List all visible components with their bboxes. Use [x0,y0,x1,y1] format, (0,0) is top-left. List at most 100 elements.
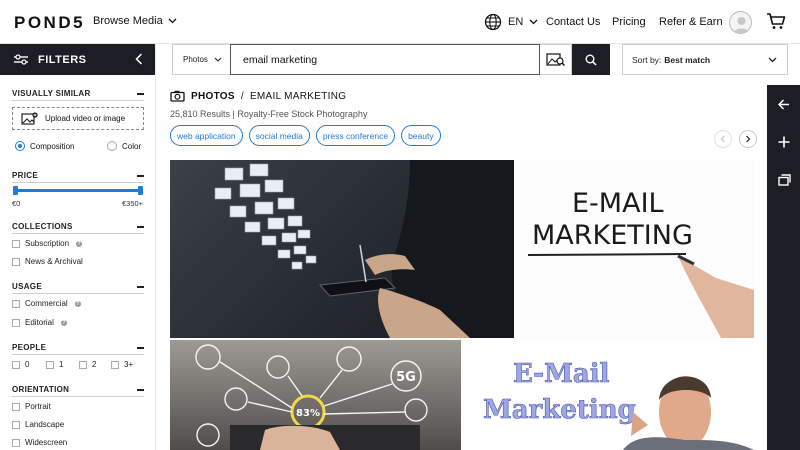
radio-dot [15,141,25,151]
collapse-minus-icon[interactable] [137,175,144,177]
people-title: PEOPLE [12,343,47,352]
related-chip[interactable]: beauty [401,125,441,146]
related-chip[interactable]: web application [170,125,243,146]
related-chip[interactable]: press conference [315,125,396,146]
plus-icon [778,136,790,148]
cart-icon [767,13,786,29]
chevron-left-icon[interactable] [135,53,143,65]
image-text: E-MAIL [572,188,664,219]
checkbox-people-0[interactable]: 0 [12,360,29,369]
filters-title: FILTERS [38,53,87,66]
price-title: PRICE [12,171,38,180]
chips-prev-button[interactable] [714,130,732,148]
radio-composition[interactable]: Composition [15,141,74,151]
checkbox-editorial[interactable]: Editorial ? [12,318,67,327]
section-divider [12,293,144,294]
collapse-minus-icon[interactable] [137,93,144,95]
visual-search-button[interactable] [540,44,572,75]
media-type-select[interactable]: Photos [172,44,230,75]
checkbox-people-3plus[interactable]: 3+ [111,360,133,369]
radio-color[interactable]: Color [107,141,141,151]
checkbox-widescreen[interactable]: Widescreen [12,438,67,447]
checkbox-box [12,438,20,447]
related-chip[interactable]: social media [248,125,310,146]
search-input[interactable] [230,44,540,75]
checkbox-landscape[interactable]: Landscape [12,420,64,429]
checkbox-label: News & Archival [25,257,83,266]
checkbox-box [12,420,20,429]
price-max-handle[interactable] [138,186,143,195]
checkbox-label: Editorial [25,318,54,327]
breadcrumb-type[interactable]: PHOTOS [191,91,235,102]
man-email-marketing-photo: E-Mail Marketing [483,359,754,450]
email-marketing-handwriting-photo: E-MAIL MARKETING [527,188,754,338]
account-avatar[interactable] [729,11,752,34]
image-text: 5G [396,370,416,385]
sort-prefix: Sort by: [632,54,662,65]
chevron-left-icon [720,135,725,143]
chips-next-button[interactable] [739,130,757,148]
image-search-icon [546,52,565,66]
collapse-minus-icon[interactable] [137,286,144,288]
pricing-link[interactable]: Pricing [612,16,646,28]
checkbox-label: 1 [59,360,64,369]
checkbox-box [12,299,20,308]
help-icon[interactable]: ? [60,319,67,326]
collapse-minus-icon[interactable] [137,226,144,228]
logo[interactable]: POND5 [14,13,85,33]
checkbox-label: Subscription [25,239,70,248]
checkbox-box [12,402,20,411]
checkbox-label: 2 [92,360,97,369]
result-image[interactable]: E-MAIL MARKETING [516,160,754,338]
checkbox-people-2[interactable]: 2 [79,360,96,369]
result-image[interactable]: E-Mail Marketing [463,340,754,450]
language-label: EN [508,16,524,28]
checkbox-label: 3+ [124,360,134,369]
checkbox-label: Landscape [25,420,65,429]
result-image[interactable] [170,160,514,338]
checkbox-people-1[interactable]: 1 [46,360,63,369]
sort-select[interactable]: Sort by: Best match [622,44,788,75]
laptop-icons-photo: 83% 5G [195,344,428,450]
email-tablet-photo [214,160,514,338]
browse-media-label: Browse Media [93,15,163,27]
filters-header[interactable]: FILTERS [0,44,155,75]
checkbox-news-archival[interactable]: News & Archival [12,257,83,266]
price-slider-track[interactable] [15,189,141,192]
breadcrumb-separator: / [240,90,244,102]
collapse-minus-icon[interactable] [137,389,144,391]
section-divider [12,182,144,183]
language-selector[interactable]: EN [484,13,538,31]
checkbox-commercial[interactable]: Commercial ? [12,299,81,308]
cart-button[interactable] [766,12,786,35]
browse-media-menu[interactable]: Browse Media [93,15,177,27]
rail-add-button[interactable] [775,133,793,151]
breadcrumb: PHOTOS / EMAIL MARKETING [170,90,346,102]
image-text: MARKETING [532,220,693,251]
collection-icon [777,174,791,186]
price-min-handle[interactable] [13,186,18,195]
related-chips: web application social media press confe… [170,125,441,146]
rail-collection-button[interactable] [775,171,793,189]
help-icon[interactable]: ? [76,240,83,247]
camera-icon [170,90,185,102]
image-text: E-Mail [513,359,610,389]
upload-visual-search[interactable]: Upload video or image [12,107,144,130]
contact-us-link[interactable]: Contact Us [546,16,600,28]
arrow-left-icon [778,98,789,110]
refer-earn-link[interactable]: Refer & Earn [659,16,723,28]
checkbox-box [12,257,20,266]
collapse-minus-icon[interactable] [137,347,144,349]
checkbox-box [46,360,54,369]
top-nav: POND5 Browse Media EN Contact Us Pricing… [0,0,800,44]
search-button[interactable] [572,44,610,75]
rail-back-button[interactable] [775,95,793,113]
help-icon[interactable]: ? [74,300,81,307]
checkbox-portrait[interactable]: Portrait [12,402,51,411]
section-divider [12,233,144,234]
result-image[interactable]: 83% 5G [170,340,461,450]
chevron-down-icon [529,19,538,25]
checkbox-subscription[interactable]: Subscription ? [12,239,83,248]
checkbox-box [111,360,119,369]
image-upload-icon [21,112,38,125]
